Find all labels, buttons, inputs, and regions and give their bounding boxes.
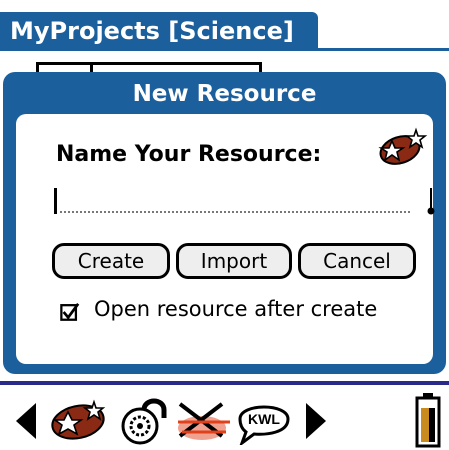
name-prompt: Name Your Resource: [56, 142, 322, 167]
text-cursor [54, 188, 57, 214]
lock-gear-icon[interactable] [118, 396, 170, 446]
kwl-bubble-icon[interactable]: KWL [232, 397, 296, 445]
kwl-label: KWL [248, 411, 280, 427]
right-arrow-icon[interactable] [302, 401, 330, 441]
open-after-create-label[interactable]: Open resource after create [94, 297, 377, 321]
resource-name-input[interactable] [60, 211, 410, 213]
left-arrow-icon[interactable] [12, 401, 40, 441]
crossed-tools-icon[interactable] [172, 398, 234, 444]
star-football-icon[interactable] [48, 398, 110, 444]
open-after-create-checkbox[interactable] [60, 302, 80, 322]
battery-icon [415, 393, 441, 448]
graffiti-shift-icon [427, 188, 435, 215]
cancel-button[interactable]: Cancel [298, 243, 416, 279]
star-football-icon [378, 127, 428, 165]
create-button[interactable]: Create [52, 243, 170, 279]
toolbar-divider [0, 381, 449, 385]
app-title[interactable]: MyProjects [Science] [0, 12, 318, 50]
import-button[interactable]: Import [176, 243, 292, 279]
dialog-title: New Resource [132, 81, 317, 107]
title-rule [0, 48, 449, 51]
